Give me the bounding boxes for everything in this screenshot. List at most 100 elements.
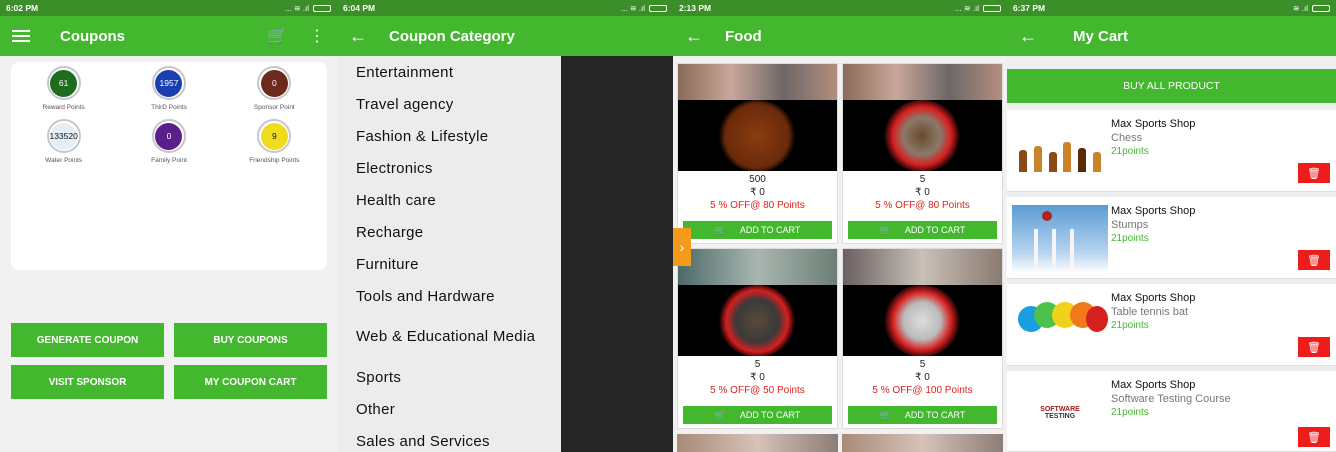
food-price: ₹ 0 <box>915 372 930 383</box>
drawer-scrim[interactable] <box>561 56 673 452</box>
app-bar: ← My Cart <box>1007 16 1336 56</box>
points-label: Friendship Points <box>249 157 300 164</box>
delete-icon[interactable]: 🗑 <box>1298 163 1330 183</box>
food-grid: 500 ₹ 0 5 % OFF@ 80 Points 🛒 ADD TO CART … <box>677 63 1003 429</box>
stumps-image <box>1012 205 1108 273</box>
points-value: 61 <box>50 69 78 97</box>
status-time: 2:13 PM <box>679 3 712 13</box>
points-value: 0 <box>260 69 288 97</box>
table-tennis-bat-image <box>1012 292 1108 360</box>
points-item: 133520 Water Points <box>11 119 116 164</box>
points-item: 1957 ThirD Points <box>116 66 221 111</box>
my-coupon-cart-button[interactable]: MY COUPON CART <box>174 365 327 399</box>
status-icons: ... ≋ .ıl <box>955 4 1001 13</box>
back-arrow-icon[interactable]: ← <box>349 26 389 47</box>
shop-name: Max Sports Shop <box>1111 205 1196 217</box>
battery-icon <box>1312 4 1330 12</box>
food-offer: 5 % OFF@ 50 Points <box>710 385 805 396</box>
generate-coupon-button[interactable]: GENERATE COUPON <box>11 323 164 357</box>
page-title: Coupons <box>60 27 125 45</box>
food-offer: 5 % OFF@ 80 Points <box>710 200 805 211</box>
status-time: 6:04 PM <box>343 3 376 13</box>
add-to-cart-button[interactable]: 🛒 ADD TO CART <box>683 221 832 239</box>
category-item-other[interactable]: Other <box>337 393 561 425</box>
food-offer: 5 % OFF@ 100 Points <box>872 385 973 396</box>
food-card[interactable]: 5 ₹ 0 5 % OFF@ 80 Points 🛒 ADD TO CART <box>842 63 1003 244</box>
chevron-right-icon[interactable]: › <box>673 228 691 266</box>
food-price: ₹ 0 <box>915 187 930 198</box>
delete-icon[interactable]: 🗑 <box>1298 337 1330 357</box>
category-item-furniture[interactable]: Furniture <box>337 248 561 280</box>
shop-name: Max Sports Shop <box>1111 292 1196 304</box>
back-arrow-icon[interactable]: ← <box>685 26 725 47</box>
visit-sponsor-button[interactable]: VISIT SPONSOR <box>11 365 164 399</box>
category-item-travel-agency[interactable]: Travel agency <box>337 88 561 120</box>
food-qty: 5 <box>754 359 761 370</box>
food-image <box>843 64 1002 171</box>
shop-name: Max Sports Shop <box>1111 118 1196 130</box>
cart-item: SOFTWARE TESTING Max Sports Shop Softwar… <box>1007 371 1336 452</box>
delete-icon[interactable]: 🗑 <box>1298 250 1330 270</box>
add-to-cart-button[interactable]: 🛒 ADD TO CART <box>848 221 997 239</box>
category-item-fashion[interactable]: Fashion & Lifestyle <box>337 120 561 152</box>
product-name: Chess <box>1111 132 1143 144</box>
cart-icon: 🛒 <box>714 409 726 420</box>
more-options-icon[interactable]: ⋮ <box>309 26 325 46</box>
food-card[interactable]: 500 ₹ 0 5 % OFF@ 80 Points 🛒 ADD TO CART <box>677 63 838 244</box>
food-card-partial <box>842 434 1003 452</box>
product-name: Software Testing Course <box>1111 393 1231 405</box>
page-title: Coupon Category <box>389 27 515 45</box>
app-bar: Coupons 🛒 ⋮ <box>0 16 337 56</box>
coupon-category-screen: 6:04 PM ... ≋ .ıl ← Coupon Category Ente… <box>337 0 673 452</box>
software-testing-image: SOFTWARE TESTING <box>1040 406 1080 420</box>
status-icons: ≋ .ıl <box>1293 4 1330 13</box>
delete-icon[interactable]: 🗑 <box>1298 427 1330 447</box>
category-item-electronics[interactable]: Electronics <box>337 152 561 184</box>
food-qty: 500 <box>749 174 766 185</box>
category-item-sales[interactable]: Sales and Services <box>337 425 561 452</box>
category-item-sports[interactable]: Sports <box>337 361 561 393</box>
food-card[interactable]: 5 ₹ 0 5 % OFF@ 100 Points 🛒 ADD TO CART <box>842 248 1003 429</box>
cart-icon: 🛒 <box>879 409 891 420</box>
points-value: 9 <box>260 122 288 150</box>
product-points: 21points <box>1111 407 1149 418</box>
points-item: 0 Family Point <box>116 119 221 164</box>
status-bar: 2:13 PM ... ≋ .ıl <box>673 0 1007 16</box>
food-qty: 5 <box>919 174 926 185</box>
status-time: 6:02 PM <box>6 3 39 13</box>
product-name: Stumps <box>1111 219 1149 231</box>
back-arrow-icon[interactable]: ← <box>1019 26 1073 47</box>
chess-image <box>1012 118 1108 186</box>
product-points: 21points <box>1111 146 1149 157</box>
cart-icon: 🛒 <box>879 224 891 235</box>
buy-coupons-button[interactable]: BUY COUPONS <box>174 323 327 357</box>
add-to-cart-button[interactable]: 🛒 ADD TO CART <box>848 406 997 424</box>
category-item-tools[interactable]: Tools and Hardware <box>337 280 561 312</box>
category-item-health-care[interactable]: Health care <box>337 184 561 216</box>
product-points: 21points <box>1111 233 1149 244</box>
category-item-web-educational[interactable]: Web & Educational Media <box>337 312 561 361</box>
menu-icon[interactable] <box>12 30 30 42</box>
points-label: Water Points <box>45 157 83 164</box>
status-bar: 6:04 PM ... ≋ .ıl <box>337 0 673 16</box>
food-price: ₹ 0 <box>750 372 765 383</box>
food-card[interactable]: 5 ₹ 0 5 % OFF@ 50 Points 🛒 ADD TO CART <box>677 248 838 429</box>
add-to-cart-button[interactable]: 🛒 ADD TO CART <box>683 406 832 424</box>
food-card-partial <box>677 434 838 452</box>
battery-icon <box>983 4 1001 12</box>
status-bar: 6:02 PM ... ≋ .ıl <box>0 0 337 16</box>
coupons-screen: 6:02 PM ... ≋ .ıl Coupons 🛒 ⋮ 61 Reward … <box>0 0 337 452</box>
food-image <box>843 249 1002 356</box>
status-icons: ... ≋ .ıl <box>621 4 667 13</box>
cart-item: Max Sports Shop Chess 21points 🗑 <box>1007 110 1336 192</box>
points-value: 1957 <box>155 69 183 97</box>
status-icons: ... ≋ .ıl <box>285 4 331 13</box>
category-item-recharge[interactable]: Recharge <box>337 216 561 248</box>
buy-all-product-button[interactable]: BUY ALL PRODUCT <box>1007 69 1336 103</box>
page-title: Food <box>725 27 762 45</box>
cart-icon[interactable]: 🛒 <box>267 26 287 46</box>
cart-icon: 🛒 <box>714 224 726 235</box>
points-label: Reward Points <box>42 104 85 111</box>
battery-icon <box>313 4 331 12</box>
category-item-entertainment[interactable]: Entertainment <box>337 56 561 88</box>
